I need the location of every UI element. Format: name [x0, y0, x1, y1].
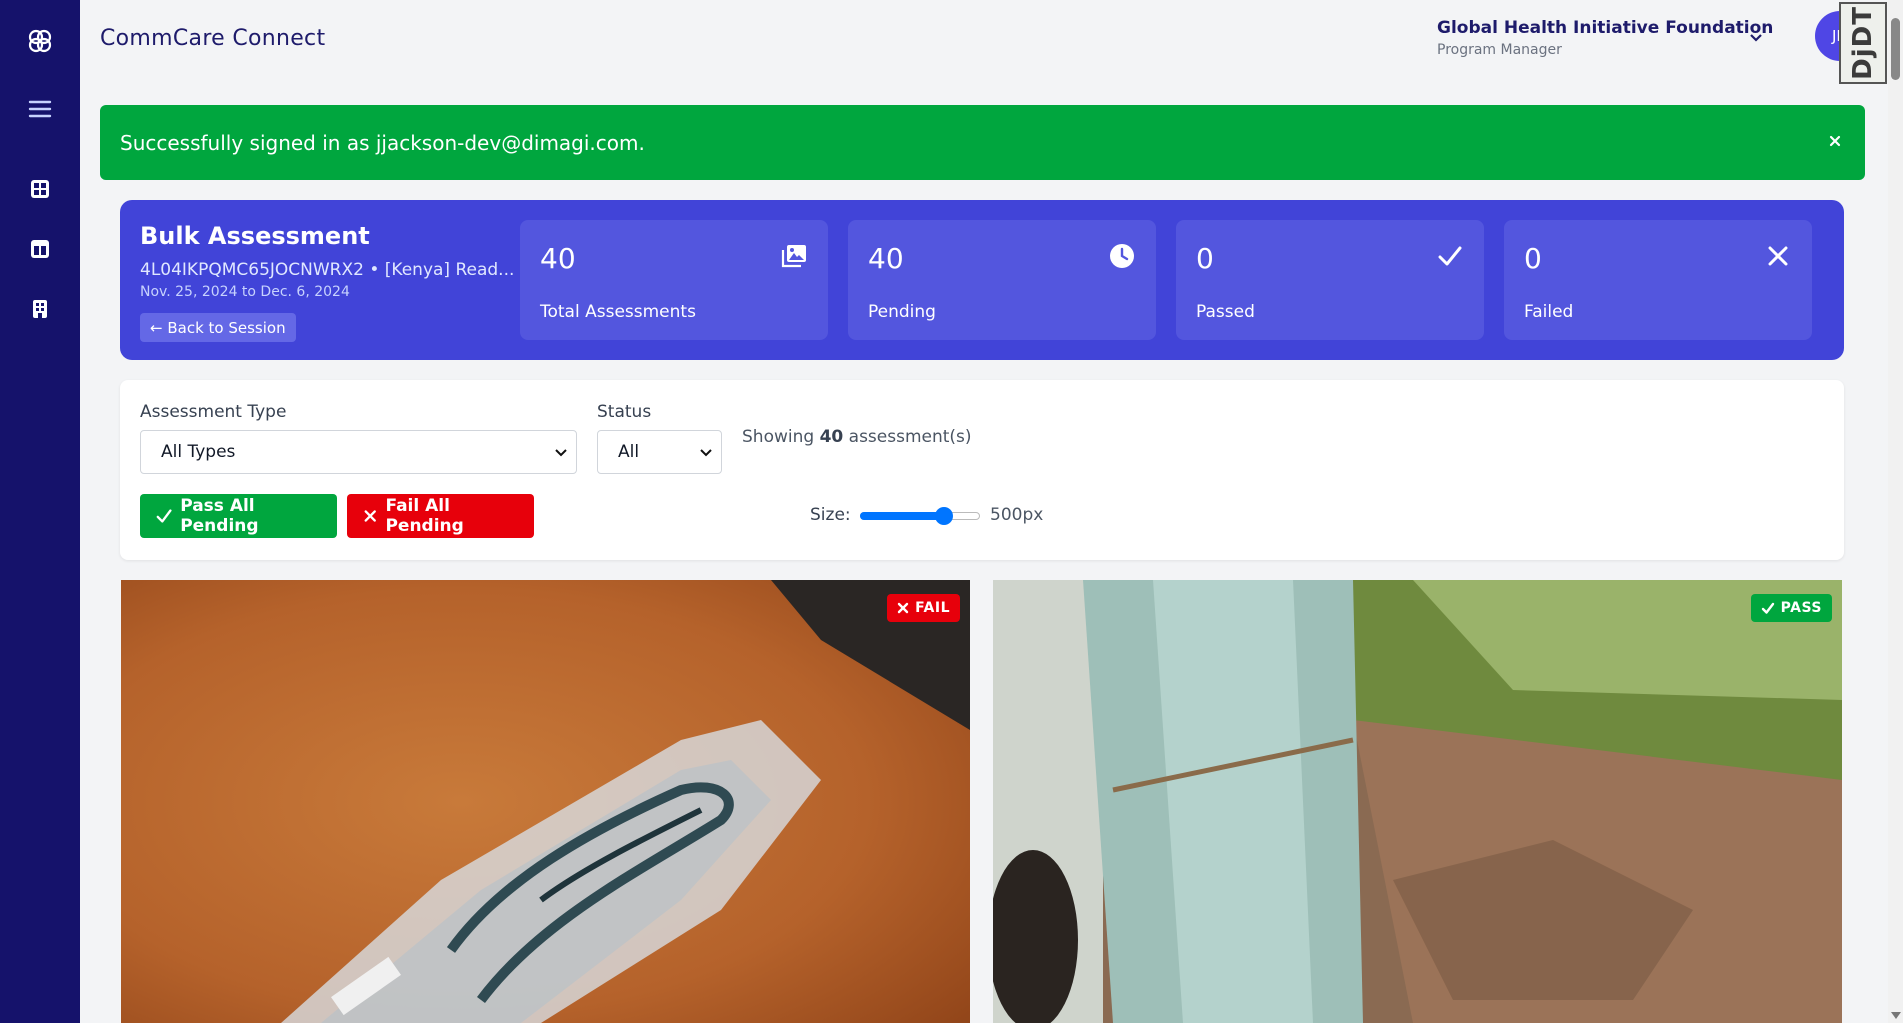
size-slider[interactable] — [860, 507, 980, 525]
check-icon — [1761, 602, 1774, 614]
slider-fill — [860, 512, 944, 520]
fail-all-pending-button[interactable]: Fail All Pending — [347, 494, 534, 538]
chevron-down-icon — [700, 449, 712, 457]
slider-thumb[interactable] — [935, 507, 953, 525]
scrollbar-thumb[interactable] — [1891, 18, 1900, 80]
clock-icon — [1110, 244, 1134, 268]
bulk-assessment-header: Bulk Assessment 4L04IKPQMC65JOCNWRX2 • [… — [120, 200, 1844, 360]
status-value: All — [618, 442, 640, 462]
pass-all-pending-button[interactable]: Pass All Pending — [140, 494, 337, 538]
grid-icon[interactable] — [29, 178, 51, 200]
org-name[interactable]: Global Health Initiative Foundation — [1437, 18, 1773, 38]
status-select[interactable]: All — [597, 430, 722, 474]
sidebar — [0, 0, 80, 1023]
status-badge: FAIL — [887, 594, 960, 622]
size-value: 500px — [990, 505, 1044, 525]
page-scrollbar[interactable] — [1888, 0, 1903, 1023]
stat-label: Failed — [1524, 302, 1574, 322]
images-icon — [781, 245, 806, 268]
x-icon — [364, 510, 376, 522]
layout-icon[interactable] — [29, 238, 51, 260]
stat-pending: 40 Pending — [848, 220, 1156, 340]
status-badge-label: FAIL — [915, 600, 950, 616]
scroll-down-arrow-icon[interactable] — [1891, 1012, 1901, 1019]
assessment-photo[interactable] — [121, 580, 970, 1023]
status-badge: PASS — [1750, 594, 1832, 622]
alert-message: Successfully signed in as jjackson-dev@d… — [120, 130, 645, 155]
showing-count: 40 — [819, 427, 844, 447]
stat-total-assessments: 40 Total Assessments — [520, 220, 828, 340]
session-dates: Nov. 25, 2024 to Dec. 6, 2024 — [140, 284, 350, 300]
check-icon — [156, 509, 172, 523]
stat-failed: 0 Failed — [1504, 220, 1812, 340]
size-label: Size: — [810, 505, 851, 525]
success-alert: Successfully signed in as jjackson-dev@d… — [100, 105, 1865, 180]
assessment-card[interactable]: PASS — [993, 580, 1842, 1023]
chevron-down-icon — [555, 449, 567, 457]
assessment-type-select[interactable]: All Types — [140, 430, 577, 474]
fail-all-label: Fail All Pending — [385, 496, 464, 536]
pass-all-label: Pass All Pending — [180, 496, 259, 536]
x-icon — [897, 602, 909, 614]
showing-suffix: assessment(s) — [848, 427, 972, 447]
assessment-type-value: All Types — [161, 442, 236, 462]
page-title: Bulk Assessment — [140, 222, 370, 250]
building-icon[interactable] — [29, 298, 51, 320]
assessment-type-label: Assessment Type — [140, 402, 287, 422]
back-to-session-button[interactable]: ← Back to Session — [140, 313, 296, 342]
debug-toolbar-handle[interactable]: DjDT — [1839, 2, 1887, 84]
x-icon — [1768, 246, 1788, 266]
stat-value: 0 — [1524, 242, 1542, 275]
showing-prefix: Showing — [742, 427, 815, 447]
filter-panel: Assessment Type All Types Status All Sho… — [120, 380, 1844, 560]
session-subtitle: 4L04IKPQMC65JOCNWRX2 • [Kenya] Read... — [140, 260, 515, 280]
stat-label: Pending — [868, 302, 936, 322]
status-label: Status — [597, 402, 652, 422]
logo-icon[interactable] — [25, 26, 55, 56]
assessment-card[interactable]: FAIL — [121, 580, 970, 1023]
org-switcher[interactable]: Global Health Initiative Foundation Prog… — [1437, 18, 1773, 58]
stat-passed: 0 Passed — [1176, 220, 1484, 340]
menu-icon[interactable] — [27, 96, 53, 122]
stat-label: Total Assessments — [540, 302, 696, 322]
chevron-down-icon[interactable] — [1748, 30, 1764, 46]
check-icon — [1438, 246, 1462, 266]
results-count: Showing 40 assessment(s) — [742, 427, 972, 447]
assessment-photo[interactable] — [993, 580, 1842, 1023]
status-badge-label: PASS — [1780, 600, 1822, 616]
stat-value: 0 — [1196, 242, 1214, 275]
stat-value: 40 — [540, 242, 576, 275]
close-icon[interactable] — [1825, 131, 1845, 151]
app-title: CommCare Connect — [100, 26, 326, 51]
stat-value: 40 — [868, 242, 904, 275]
debug-toolbar-label: DjDT — [1848, 6, 1878, 80]
stat-label: Passed — [1196, 302, 1255, 322]
org-role: Program Manager — [1437, 42, 1562, 58]
